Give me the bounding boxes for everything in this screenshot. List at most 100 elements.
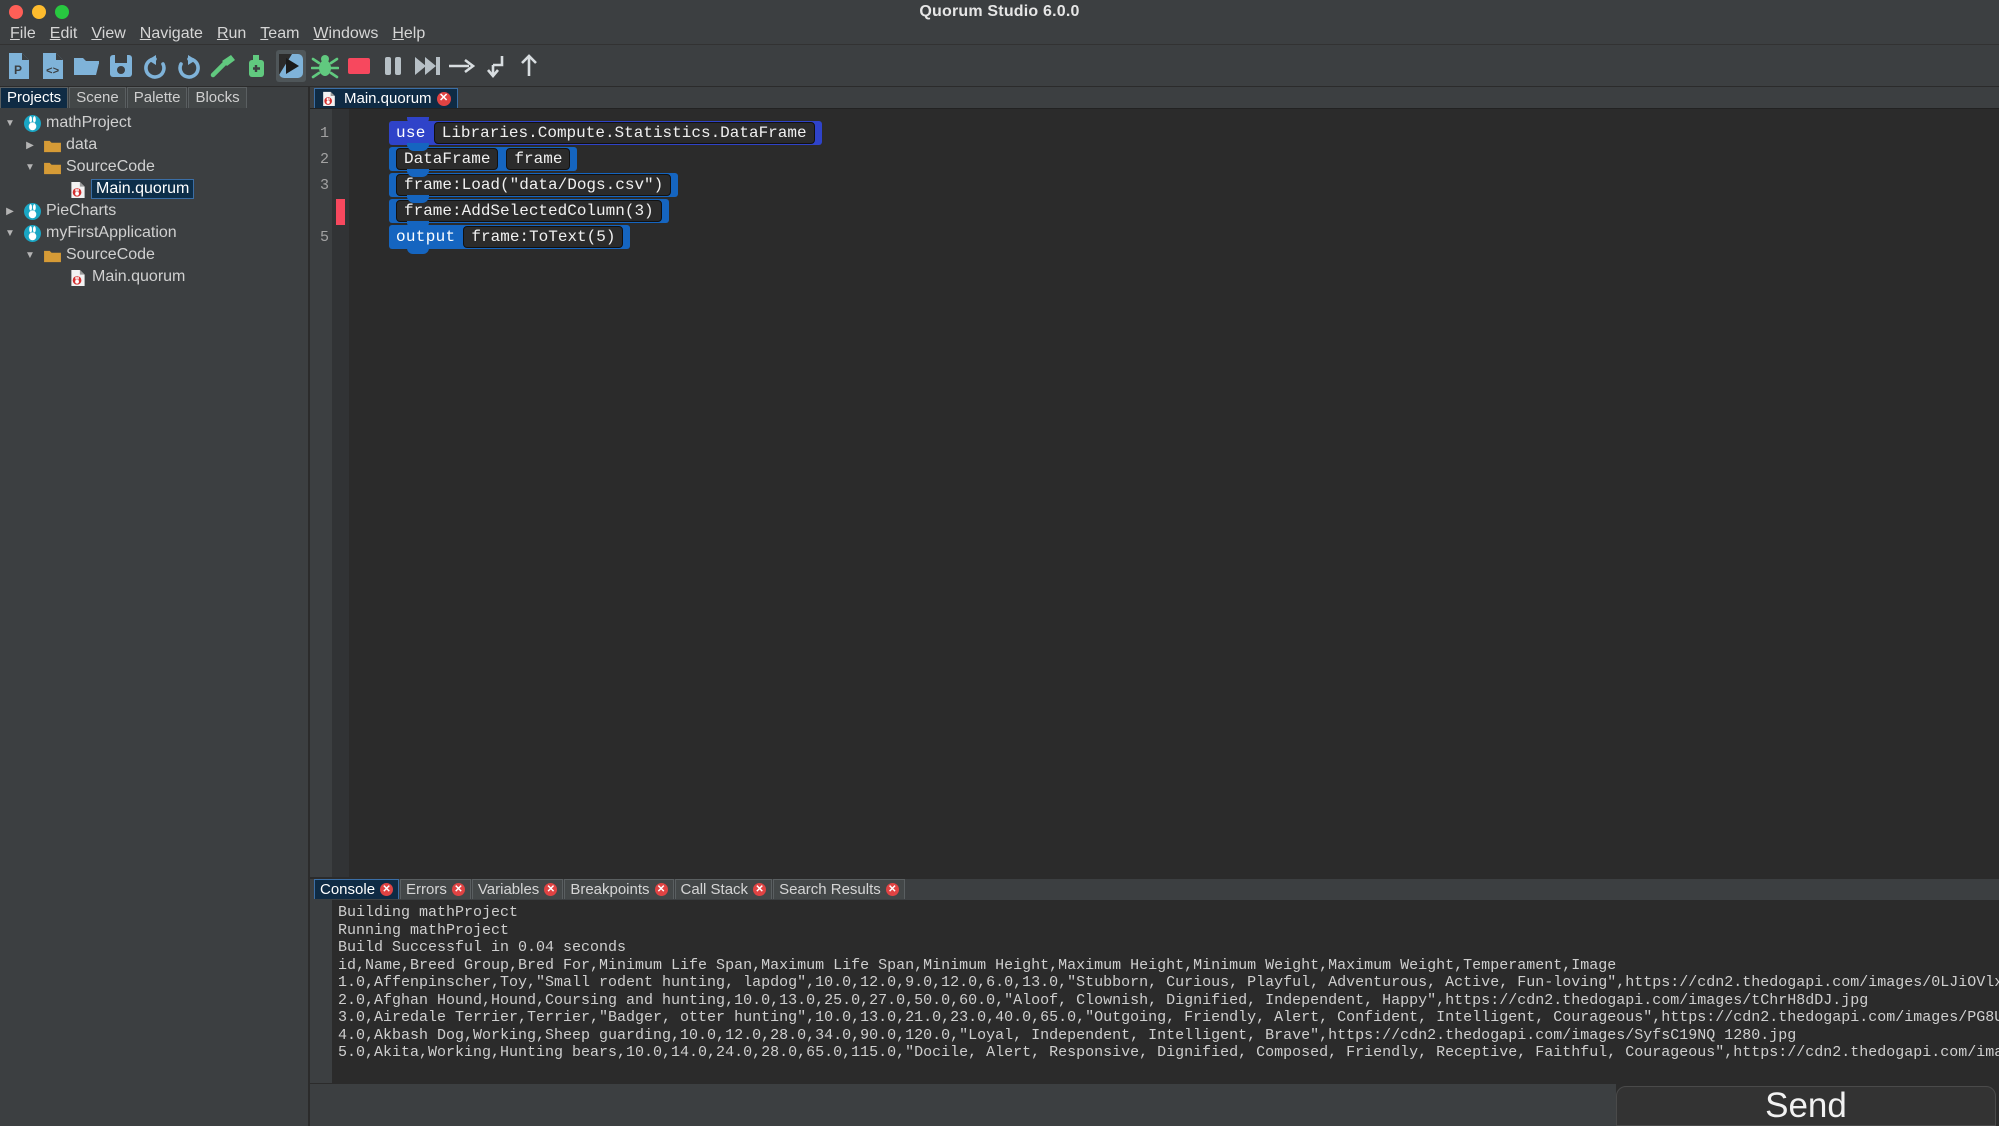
menu-edit[interactable]: Edit — [43, 24, 85, 44]
line-number-gutter: 1 2 3 5 — [310, 109, 332, 877]
editor-tabbar: Main.quorum ✕ — [310, 87, 1999, 108]
block-slot-library[interactable]: Libraries.Compute.Statistics.DataFrame — [433, 122, 815, 144]
code-block-use[interactable]: use Libraries.Compute.Statistics.DataFra… — [389, 117, 822, 150]
breakpoint-slot[interactable] — [336, 121, 345, 147]
breakpoint-slot[interactable] — [336, 225, 345, 251]
tab-console[interactable]: Console ✕ — [314, 879, 400, 899]
send-button[interactable]: Send — [1616, 1086, 1996, 1126]
line-number: 3 — [319, 177, 329, 194]
breakpoint-slot[interactable] — [336, 147, 345, 173]
undo-icon[interactable] — [140, 50, 170, 82]
close-icon[interactable]: ✕ — [654, 883, 668, 896]
tree-item-myfirstapplication[interactable]: ▼ myFirstApplication — [0, 222, 308, 244]
code-block-declaration[interactable]: DataFrame frame — [389, 143, 578, 176]
close-icon[interactable]: ✕ — [380, 883, 394, 896]
bottom-bar: Send — [0, 1083, 1999, 1126]
code-editor[interactable]: 1 2 3 5 use Libraries.Compute.Statistics… — [310, 108, 1999, 877]
open-project-icon[interactable] — [72, 50, 102, 82]
build-icon[interactable] — [208, 50, 238, 82]
code-block-output[interactable]: output frame:ToText(5) — [389, 221, 631, 254]
tab-call-stack[interactable]: Call Stack ✕ — [674, 879, 773, 899]
close-icon[interactable]: ✕ — [544, 883, 558, 896]
menu-team[interactable]: Team — [253, 24, 306, 44]
tree-item-sourcecode[interactable]: ▼ SourceCode — [0, 156, 308, 178]
menu-label: indows — [328, 24, 379, 42]
project-icon — [22, 224, 42, 242]
code-block-load[interactable]: frame:Load("data/Dogs.csv") — [389, 169, 679, 202]
debug-icon[interactable] — [310, 50, 340, 82]
new-project-icon[interactable]: P — [4, 50, 34, 82]
editor-tab-main-quorum[interactable]: Main.quorum ✕ — [314, 88, 458, 108]
close-icon[interactable]: ✕ — [885, 883, 899, 896]
block-slot-type[interactable]: DataFrame — [396, 148, 499, 170]
line-number: 1 — [319, 125, 329, 142]
menu-view[interactable]: View — [84, 24, 132, 44]
menu-windows[interactable]: Windows — [306, 24, 385, 44]
stop-icon[interactable] — [344, 50, 374, 82]
twisty-open-icon[interactable]: ▼ — [2, 228, 18, 239]
bottom-bar-left-spacer — [0, 1083, 310, 1126]
tree-item-mathproject[interactable]: ▼ mathProject — [0, 112, 308, 134]
svg-text:P: P — [14, 63, 22, 77]
tab-breakpoints[interactable]: Breakpoints ✕ — [564, 879, 674, 899]
block-slot-expression[interactable]: frame:Load("data/Dogs.csv") — [396, 174, 672, 196]
tree-label: mathProject — [46, 114, 132, 131]
tab-label: Console — [320, 881, 376, 898]
block-keyword: use — [396, 124, 426, 142]
menu-run[interactable]: Run — [210, 24, 253, 44]
step-over-icon[interactable] — [446, 50, 476, 82]
block-slot-variable[interactable]: frame — [506, 148, 571, 170]
close-icon[interactable]: ✕ — [451, 883, 465, 896]
tab-blocks[interactable]: Blocks — [188, 87, 247, 108]
menu-help[interactable]: Help — [385, 24, 432, 44]
clean-build-icon[interactable] — [242, 50, 272, 82]
console-tabbar: Console ✕ Errors ✕ Variables ✕ Breakpoin… — [310, 879, 1999, 900]
menu-label: ile — [19, 24, 36, 42]
twisty-open-icon[interactable]: ▼ — [22, 162, 38, 173]
tree-item-main-quorum-math[interactable]: ▶ Main.quorum — [0, 178, 308, 200]
continue-icon[interactable] — [412, 50, 442, 82]
twisty-open-icon[interactable]: ▼ — [2, 118, 18, 129]
menu-file[interactable]: File — [3, 24, 43, 44]
code-line-5: output frame:ToText(5) — [349, 221, 1999, 254]
block-slot-expression[interactable]: frame:ToText(5) — [463, 226, 624, 248]
close-icon[interactable]: ✕ — [436, 91, 451, 106]
tree-item-sourcecode-2[interactable]: ▼ SourceCode — [0, 244, 308, 266]
twisty-open-icon[interactable]: ▼ — [22, 250, 38, 261]
line-number — [310, 199, 332, 225]
folder-icon — [42, 246, 62, 264]
tab-variables[interactable]: Variables ✕ — [471, 879, 564, 899]
run-icon[interactable] — [276, 49, 306, 82]
main-toolbar: P <> — [0, 45, 1999, 87]
tree-item-main-quorum-myfirst[interactable]: ▶ Main.quorum — [0, 266, 308, 288]
tree-item-piecharts[interactable]: ▶ PieCharts — [0, 200, 308, 222]
project-explorer: Projects Scene Palette Blocks ▼ mathProj… — [0, 87, 310, 1125]
block-slot-expression[interactable]: frame:AddSelectedColumn(3) — [396, 200, 662, 222]
menu-navigate[interactable]: Navigate — [133, 24, 210, 44]
close-icon[interactable]: ✕ — [753, 883, 767, 896]
tab-search-results[interactable]: Search Results ✕ — [773, 879, 905, 899]
step-out-icon[interactable] — [514, 50, 544, 82]
new-file-icon[interactable]: <> — [38, 50, 68, 82]
tab-scene[interactable]: Scene — [69, 87, 126, 108]
project-icon — [22, 202, 42, 220]
pause-icon[interactable] — [378, 50, 408, 82]
step-into-icon[interactable] — [480, 50, 510, 82]
twisty-closed-icon[interactable]: ▶ — [22, 140, 38, 151]
code-block-add-selected-column[interactable]: frame:AddSelectedColumn(3) — [389, 195, 669, 228]
redo-icon[interactable] — [174, 50, 204, 82]
quorum-file-icon — [68, 180, 88, 198]
code-blocks-area[interactable]: use Libraries.Compute.Statistics.DataFra… — [349, 109, 1999, 877]
twisty-closed-icon[interactable]: ▶ — [2, 206, 18, 217]
tab-errors[interactable]: Errors ✕ — [400, 879, 471, 899]
tree-item-data[interactable]: ▶ data — [0, 134, 308, 156]
tab-projects[interactable]: Projects — [0, 87, 69, 108]
window-title: Quorum Studio 6.0.0 — [919, 2, 1080, 20]
breakpoint-marker[interactable] — [336, 199, 345, 225]
breakpoint-gutter[interactable] — [332, 109, 349, 877]
save-icon[interactable] — [106, 50, 136, 82]
editor-column: Main.quorum ✕ 1 2 3 5 use Libraries.Comp… — [310, 87, 1999, 1125]
menu-label: un — [228, 24, 247, 42]
tab-palette[interactable]: Palette — [126, 87, 188, 108]
breakpoint-slot[interactable] — [336, 173, 345, 199]
